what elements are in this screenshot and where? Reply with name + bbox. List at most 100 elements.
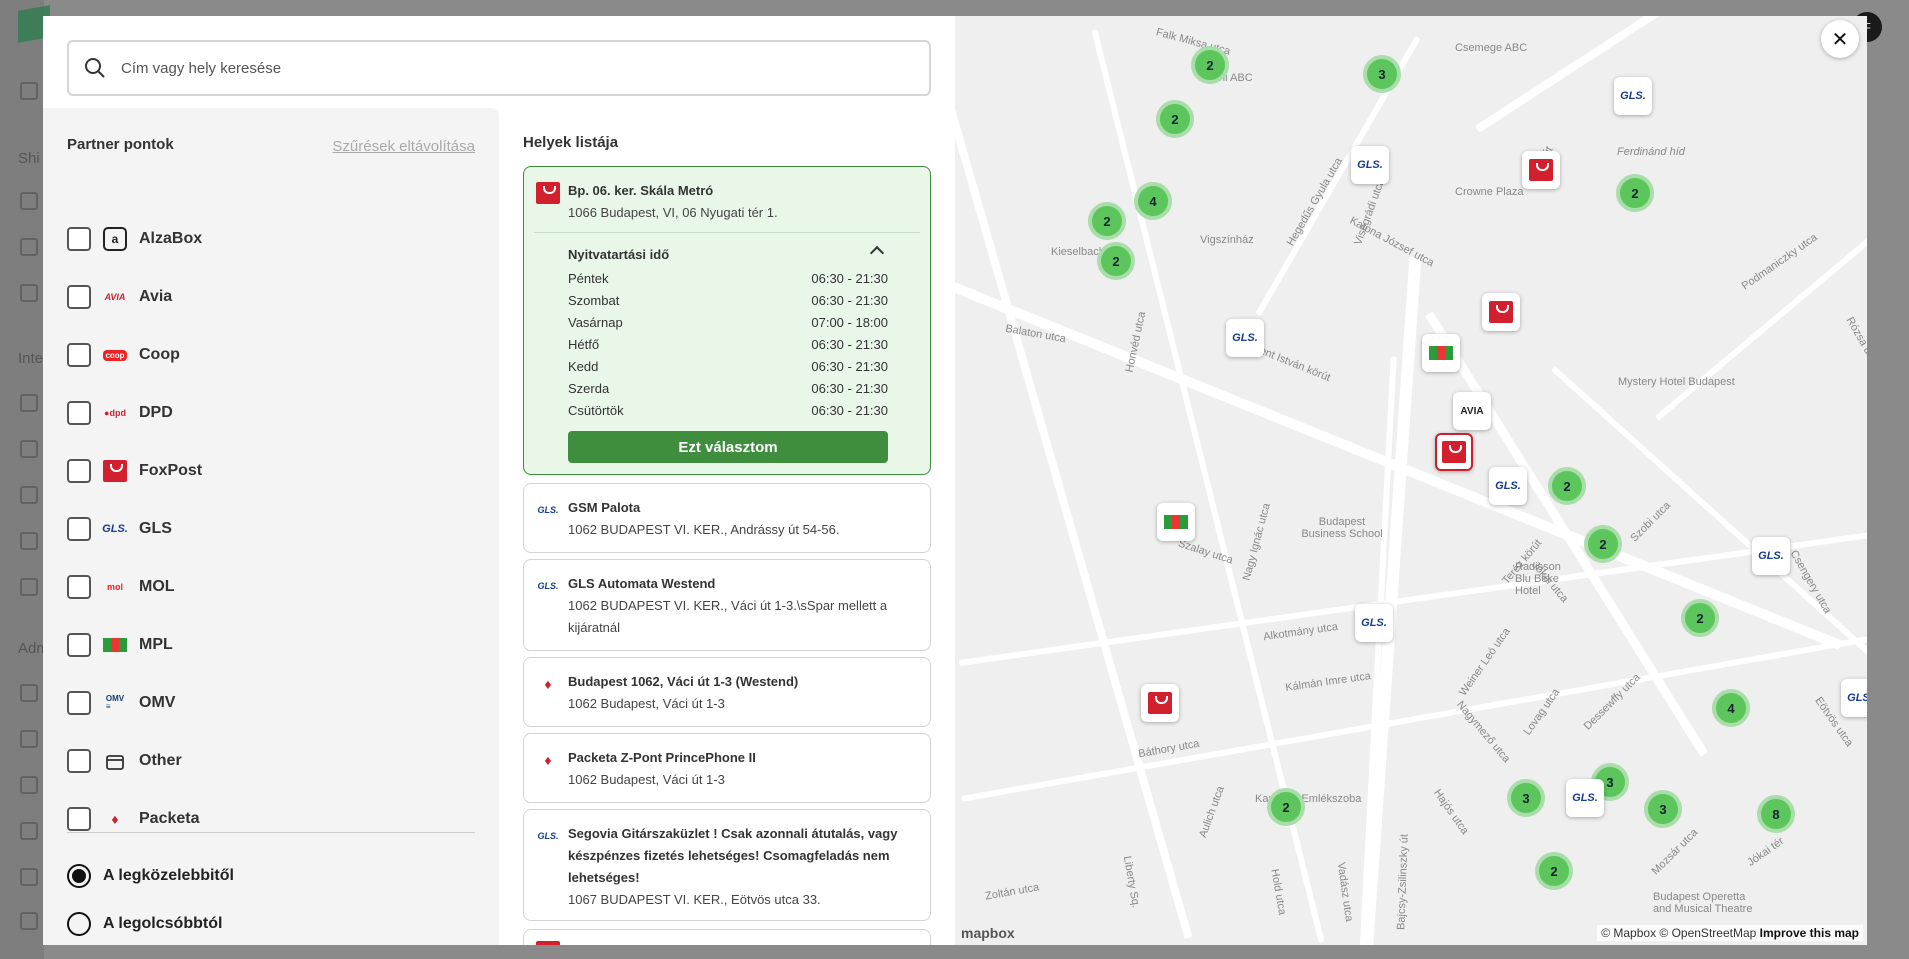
map-cluster[interactable]: 3	[1644, 790, 1682, 828]
hours-row: Péntek 06:30 - 21:30	[568, 271, 888, 286]
map-cluster[interactable]: 2	[1681, 599, 1719, 637]
poi-label: Mystery Hotel Budapest	[1618, 376, 1735, 388]
filter-other[interactable]: Other	[67, 741, 182, 781]
packeta-logo: ♦	[544, 676, 552, 692]
checkbox[interactable]	[67, 691, 91, 715]
map-cluster[interactable]: 3	[1507, 779, 1545, 817]
background-icon	[20, 82, 38, 100]
street-label: Hegedűs Gyula utca	[1284, 155, 1345, 249]
map-cluster[interactable]: 4	[1712, 689, 1750, 727]
checkbox[interactable]	[67, 343, 91, 367]
checkbox[interactable]	[67, 227, 91, 251]
filter-label: Avia	[139, 288, 173, 305]
map-cluster[interactable]: 2	[1156, 100, 1194, 138]
filter-alzabox[interactable]: a AlzaBox	[67, 219, 202, 259]
map-attribution: © Mapbox © OpenStreetMap Improve this ma…	[1597, 925, 1863, 941]
background-icon	[20, 238, 38, 256]
street-label: Alkotmány utca	[1262, 620, 1339, 644]
packeta-logo: ♦	[544, 752, 552, 768]
map-cluster[interactable]: 4	[1134, 182, 1172, 220]
search-input[interactable]	[121, 59, 929, 77]
selected-foxpost-map-marker[interactable]	[1435, 433, 1473, 471]
chevron-up-icon[interactable]	[869, 245, 885, 261]
filter-mpl[interactable]: MPL	[67, 625, 173, 665]
location-card[interactable]: ♦ Packeta Z-Pont PrincePhone II 1062 Bud…	[523, 733, 931, 803]
selected-location-card[interactable]: Bp. 06. ker. Skála Metró 1066 Budapest, …	[523, 166, 931, 475]
map-cluster[interactable]: 2	[1548, 467, 1586, 505]
filter-mol[interactable]: mol MOL	[67, 567, 175, 607]
filter-coop[interactable]: coop Coop	[67, 335, 180, 375]
foxpost-map-marker[interactable]	[1522, 151, 1560, 189]
map-cluster[interactable]: 2	[1535, 852, 1573, 890]
street-label: Kálmán Imre utca	[1284, 670, 1372, 694]
gls-map-marker[interactable]: GLS.	[1351, 146, 1389, 184]
location-card[interactable]: GLS. GLS Automata Westend 1062 BUDAPEST …	[523, 559, 931, 651]
street-label: Liberty Sq.	[1120, 855, 1142, 909]
gls-map-marker[interactable]: GLS.	[1841, 679, 1867, 717]
background-text: Shi	[18, 150, 40, 167]
street-label: Hold utca	[1268, 868, 1289, 916]
gls-map-marker[interactable]: GLS.	[1566, 779, 1604, 817]
map-cluster[interactable]: 2	[1191, 46, 1229, 84]
mpl-map-marker[interactable]	[1422, 334, 1460, 372]
gls-map-marker[interactable]: GLS.	[1355, 604, 1393, 642]
radio-button[interactable]	[67, 864, 91, 888]
location-card[interactable]: ♦ Budapest 1062, Váci út 1-3 (Westend) 1…	[523, 657, 931, 727]
filter-gls[interactable]: GLS. GLS	[67, 509, 172, 549]
improve-map-link[interactable]: Improve this map	[1760, 926, 1859, 940]
location-card[interactable]: GLS. Segovia Gitárszaküzlet ! Csak azonn…	[523, 809, 931, 921]
attribution-text[interactable]: © Mapbox © OpenStreetMap	[1601, 926, 1756, 940]
mapbox-logo[interactable]: mapbox	[961, 925, 1015, 941]
mpl-map-marker[interactable]	[1157, 503, 1195, 541]
clear-filters-link[interactable]: Szűrések eltávolítása	[332, 138, 475, 155]
checkbox[interactable]	[67, 749, 91, 773]
map[interactable]: Szent István körút Balaton utca Honvéd u…	[955, 16, 1867, 945]
map-cluster[interactable]: 2	[1616, 174, 1654, 212]
gls-map-marker[interactable]: GLS.	[1226, 319, 1264, 357]
sort-nearest[interactable]: A legközelebbitől	[67, 861, 234, 891]
background-icon	[20, 192, 38, 210]
checkbox[interactable]	[67, 459, 91, 483]
choose-button[interactable]: Ezt választom	[568, 431, 888, 463]
map-cluster[interactable]: 2	[1097, 242, 1135, 280]
location-card[interactable]: GLS. GSM Palota 1062 BUDAPEST VI. KER., …	[523, 483, 931, 553]
hours-time: 06:30 - 21:30	[811, 381, 888, 396]
map-cluster[interactable]: 3	[1363, 55, 1401, 93]
gls-map-marker[interactable]: GLS.	[1614, 77, 1652, 115]
checkbox[interactable]	[67, 575, 91, 599]
avia-map-marker[interactable]: AVIA	[1453, 392, 1491, 430]
hours-row: Csütörtök 06:30 - 21:30	[568, 403, 888, 418]
gls-map-marker[interactable]: GLS.	[1752, 537, 1790, 575]
filter-dpd[interactable]: ●dpd DPD	[67, 393, 173, 433]
search-bar[interactable]	[67, 40, 931, 96]
checkbox[interactable]	[67, 517, 91, 541]
map-cluster[interactable]: 2	[1267, 788, 1305, 826]
gls-map-marker[interactable]: GLS.	[1489, 467, 1527, 505]
close-button[interactable]: ✕	[1821, 20, 1859, 58]
checkbox[interactable]	[67, 633, 91, 657]
filter-packeta[interactable]: ♦ Packeta	[67, 799, 200, 839]
radio-button[interactable]	[67, 912, 91, 936]
background-icon	[20, 684, 38, 702]
sort-label: A legközelebbitől	[103, 867, 234, 884]
filter-omv[interactable]: OMV ≡ OMV	[67, 683, 175, 723]
checkbox[interactable]	[67, 285, 91, 309]
location-card[interactable]	[523, 929, 931, 945]
filter-panel: Partner pontok Szűrések eltávolítása a Al…	[43, 108, 499, 945]
hours-day: Hétfő	[568, 337, 600, 352]
map-road	[1475, 16, 1815, 133]
foxpost-map-marker[interactable]	[1482, 293, 1520, 331]
poi-label: Crowne Plaza	[1455, 186, 1524, 198]
checkbox[interactable]	[67, 807, 91, 831]
divider	[67, 832, 475, 833]
map-cluster[interactable]: 8	[1757, 795, 1795, 833]
filter-avia[interactable]: AVIA Avia	[67, 277, 172, 317]
filter-foxpost[interactable]: FoxPost	[67, 451, 202, 491]
background-icon	[20, 440, 38, 458]
checkbox[interactable]	[67, 401, 91, 425]
map-cluster[interactable]: 2	[1088, 202, 1126, 240]
map-cluster[interactable]: 2	[1584, 525, 1622, 563]
hours-time: 06:30 - 21:30	[811, 359, 888, 374]
foxpost-map-marker[interactable]	[1141, 684, 1179, 722]
sort-cheapest[interactable]: A legolcsóbbtól	[67, 909, 222, 939]
